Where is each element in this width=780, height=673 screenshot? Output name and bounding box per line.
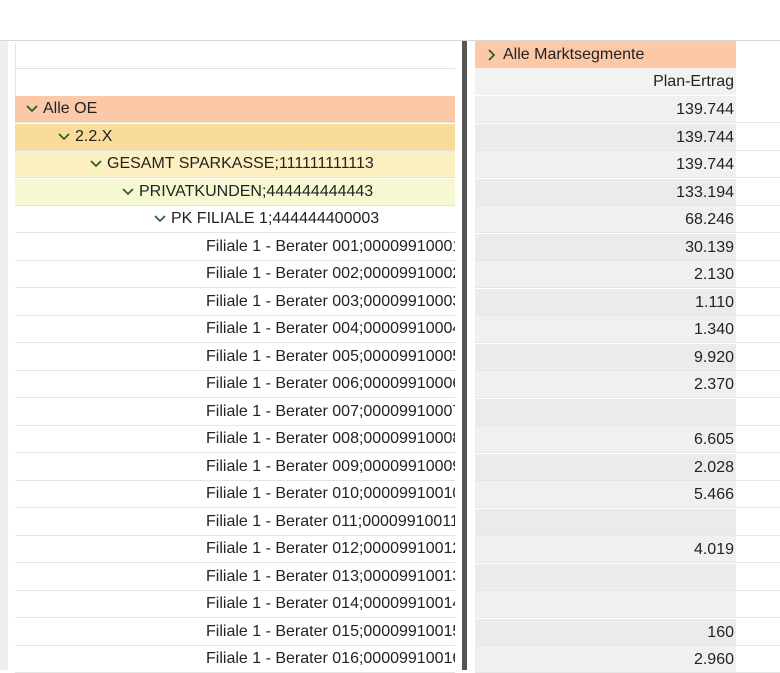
tree-row-leaf[interactable]: Filiale 1 - Berater 016;00009910016 [15,646,455,673]
empty-column-cell [736,288,780,316]
empty-column-cell [736,233,780,261]
tree-row-label: Filiale 1 - Berater 014;00009910014 [206,595,455,612]
tree-row-leaf[interactable]: Filiale 1 - Berater 009;00009910009 [15,453,455,481]
empty-column-cell [736,536,780,563]
empty-column-cell [736,151,780,178]
tree-row-label: Filiale 1 - Berater 004;00009910004 [206,320,455,337]
value-cell[interactable] [475,563,736,591]
chevron-down-icon[interactable] [25,102,39,116]
tree-row-label: Filiale 1 - Berater 008;00009910008 [206,430,455,447]
tree-row-group[interactable]: PK FILIALE 1;444444400003 [15,206,455,233]
value-cell[interactable]: 68.246 [475,206,736,233]
value-cell[interactable]: 160 [475,618,736,646]
chevron-down-icon[interactable] [121,185,135,199]
empty-column-cell [736,261,780,288]
tree-row-label: Filiale 1 - Berater 001;00009910001 [206,237,455,255]
empty-column-cell [736,618,780,646]
tree-row-label: Filiale 1 - Berater 006;00009910006 [206,375,455,392]
empty-column-cell [736,316,780,343]
value-cell[interactable]: 9.920 [475,343,736,371]
value-cell[interactable]: 139.744 [475,123,736,151]
top-toolbar [0,0,780,41]
empty-column-cell [736,508,780,536]
tree-row-leaf[interactable]: Filiale 1 - Berater 006;00009910006 [15,371,455,398]
empty-column-cell [736,426,780,453]
empty-column-cell [736,453,780,481]
tree-row-label: Filiale 1 - Berater 011;00009910011 [206,512,455,530]
empty-column-cell [736,123,780,151]
tree-row-group[interactable]: PRIVATKUNDEN;444444444443 [15,178,455,206]
empty-column-cell [736,178,780,206]
tree-row-label: Filiale 1 - Berater 012;00009910012 [206,540,455,557]
value-cell[interactable]: 139.744 [475,151,736,178]
value-cell[interactable] [475,508,736,536]
tree-row-leaf[interactable]: Filiale 1 - Berater 003;00009910003 [15,288,455,316]
value-cell[interactable]: 133.194 [475,178,736,206]
chevron-right-icon[interactable] [483,48,501,61]
row-header-empty-head [15,43,455,96]
tree-row-label: Filiale 1 - Berater 007;00009910007 [206,402,455,420]
value-cell[interactable]: 1.340 [475,316,736,343]
chevron-down-icon[interactable] [57,130,71,144]
column-header-plan-ertrag[interactable]: Plan-Ertrag [475,68,736,95]
empty-column-cell [736,563,780,591]
empty-column-cell [736,343,780,371]
tree-row-label: Alle OE [43,100,98,117]
tree-row-leaf[interactable]: Filiale 1 - Berater 010;00009910010 [15,481,455,508]
value-cell[interactable] [475,591,736,618]
chevron-down-icon[interactable] [153,212,167,226]
tree-row-leaf[interactable]: Filiale 1 - Berater 011;00009910011 [15,508,455,536]
empty-column-cell [736,398,780,426]
tree-row-leaf[interactable]: Filiale 1 - Berater 001;00009910001 [15,233,455,261]
empty-column-cell [736,371,780,398]
empty-column-cell [736,591,780,618]
value-cell[interactable]: 2.130 [475,261,736,288]
empty-column-cell [736,206,780,233]
tree-row-leaf[interactable]: Filiale 1 - Berater 005;00009910005 [15,343,455,371]
tree-row-group[interactable]: Alle OE [15,96,455,123]
tree-row-group[interactable]: 2.2.X [15,123,455,151]
value-cell[interactable]: 139.744 [475,96,736,123]
value-cell[interactable]: 6.605 [475,426,736,453]
tree-row-leaf[interactable]: Filiale 1 - Berater 007;00009910007 [15,398,455,426]
chevron-down-icon[interactable] [89,157,103,171]
segment-header-label: Alle Marktsegmente [503,45,645,63]
tree-row-group[interactable]: GESAMT SPARKASSE;111111111113 [15,151,455,178]
value-cell[interactable]: 2.370 [475,371,736,398]
tree-row-leaf[interactable]: Filiale 1 - Berater 012;00009910012 [15,536,455,563]
value-cell[interactable]: 1.110 [475,288,736,316]
value-cell[interactable]: 5.466 [475,481,736,508]
tree-row-leaf[interactable]: Filiale 1 - Berater 008;00009910008 [15,426,455,453]
tree-row-leaf[interactable]: Filiale 1 - Berater 002;00009910002 [15,261,455,288]
value-cell[interactable] [475,398,736,426]
tree-row-label: Filiale 1 - Berater 005;00009910005 [206,347,455,365]
empty-column-cell [736,96,780,123]
tree-row-label: GESAMT SPARKASSE;111111111113 [107,155,374,172]
value-cell[interactable]: 30.139 [475,233,736,261]
tree-row-leaf[interactable]: Filiale 1 - Berater 014;00009910014 [15,591,455,618]
tree-row-label: Filiale 1 - Berater 009;00009910009 [206,457,455,475]
tree-row-leaf[interactable]: Filiale 1 - Berater 015;00009910015 [15,618,455,646]
tree-row-label: 2.2.X [75,127,113,145]
tree-row-leaf[interactable]: Filiale 1 - Berater 013;00009910013 [15,563,455,591]
tree-row-label: Filiale 1 - Berater 015;00009910015 [206,622,455,640]
segment-header[interactable]: Alle Marktsegmente [475,41,736,68]
tree-row-label: Filiale 1 - Berater 016;00009910016 [206,650,455,667]
value-cell[interactable]: 4.019 [475,536,736,563]
tree-row-label: Filiale 1 - Berater 013;00009910013 [206,567,455,585]
tree-row-label: Filiale 1 - Berater 002;00009910002 [206,265,455,282]
tree-row-label: Filiale 1 - Berater 010;00009910010 [206,485,455,502]
pane-splitter[interactable] [462,41,467,670]
tree-row-label: Filiale 1 - Berater 003;00009910003 [206,292,455,310]
empty-column-cell [736,481,780,508]
empty-column-cell [736,646,780,673]
tree-row-label: PRIVATKUNDEN;444444444443 [139,182,374,200]
tree-row-leaf[interactable]: Filiale 1 - Berater 004;00009910004 [15,316,455,343]
tree-row-label: PK FILIALE 1;444444400003 [171,210,380,227]
left-edge-strip [0,41,8,670]
value-cell[interactable]: 2.028 [475,453,736,481]
value-cell[interactable]: 2.960 [475,646,736,673]
